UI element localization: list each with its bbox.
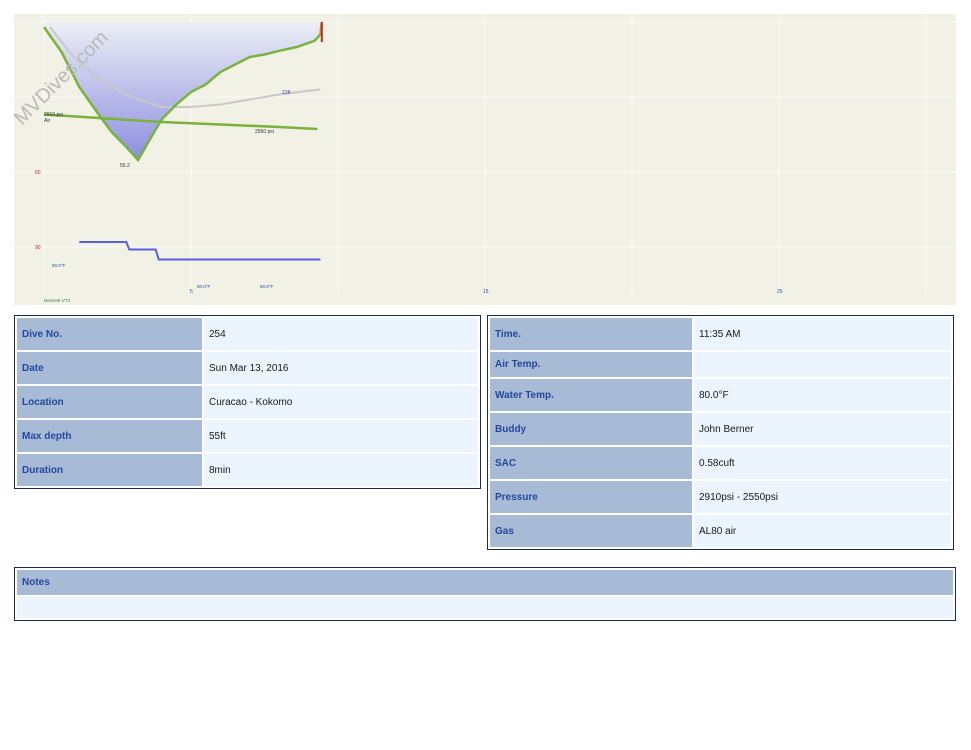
time-axis-label-25: 25 bbox=[777, 289, 783, 295]
table-row-buddy: Buddy John Berner bbox=[490, 413, 951, 445]
gas-mid-label: 80.0°F bbox=[197, 284, 211, 289]
notes-header-row: Notes bbox=[17, 570, 953, 595]
notes-label: Notes bbox=[17, 570, 953, 595]
row-value bbox=[694, 352, 951, 377]
table-row-air-temp: Air Temp. bbox=[490, 352, 951, 377]
row-label: Date bbox=[17, 352, 202, 384]
notes-value bbox=[17, 597, 953, 618]
table-row-sac: SAC 0.58cuft bbox=[490, 447, 951, 479]
table-row-duration: Duration 8min bbox=[17, 454, 478, 486]
depth-axis-label-90: 90 bbox=[35, 245, 41, 251]
row-value: 55ft bbox=[204, 420, 478, 452]
table-row-location: Location Curacao - Kokomo bbox=[17, 386, 478, 418]
row-value: 11:35 AM bbox=[694, 318, 951, 350]
row-label: Duration bbox=[17, 454, 202, 486]
row-value: 80.0°F bbox=[694, 379, 951, 411]
table-row-pressure: Pressure 2910psi - 2550psi bbox=[490, 481, 951, 513]
footer-label: Descent VT4 bbox=[44, 298, 71, 303]
time-axis-label-15: 15 bbox=[483, 289, 489, 295]
gas-end-label: 80.0°F bbox=[260, 284, 274, 289]
max-depth-label: 55.2 bbox=[120, 163, 130, 169]
temperature-end-label: 21ft bbox=[282, 90, 291, 96]
notes-body-row bbox=[17, 597, 953, 618]
table-row-date: Date Sun Mar 13, 2016 bbox=[17, 352, 478, 384]
dive-summary-table-right: Time. 11:35 AM Air Temp. Water Temp. 80.… bbox=[487, 315, 954, 550]
dive-summary-table-left: Dive No. 254 Date Sun Mar 13, 2016 Locat… bbox=[14, 315, 481, 489]
row-label: SAC bbox=[490, 447, 692, 479]
row-value: Sun Mar 13, 2016 bbox=[204, 352, 478, 384]
row-label: Dive No. bbox=[17, 318, 202, 350]
notes-table: Notes bbox=[14, 567, 956, 621]
row-label: Pressure bbox=[490, 481, 692, 513]
row-value: 2910psi - 2550psi bbox=[694, 481, 951, 513]
depth-axis-label-60: 60 bbox=[35, 170, 41, 176]
pressure-end-label: 2550 psi bbox=[255, 129, 274, 135]
row-value: 0.58cuft bbox=[694, 447, 951, 479]
row-label: Water Temp. bbox=[490, 379, 692, 411]
gas-start-label: 80.0°F bbox=[52, 263, 66, 268]
table-row-max-depth: Max depth 55ft bbox=[17, 420, 478, 452]
row-value: 8min bbox=[204, 454, 478, 486]
table-row-water-temp: Water Temp. 80.0°F bbox=[490, 379, 951, 411]
table-row-gas: Gas AL80 air bbox=[490, 515, 951, 547]
row-label: Location bbox=[17, 386, 202, 418]
row-value: Curacao - Kokomo bbox=[204, 386, 478, 418]
row-value: John Berner bbox=[694, 413, 951, 445]
row-label: Gas bbox=[490, 515, 692, 547]
time-axis-label-5: 5 bbox=[190, 289, 193, 295]
row-label: Air Temp. bbox=[490, 352, 692, 377]
row-value: AL80 air bbox=[694, 515, 951, 547]
pressure-start-gas: Air bbox=[44, 118, 50, 124]
row-label: Max depth bbox=[17, 420, 202, 452]
table-row-dive-no: Dive No. 254 bbox=[17, 318, 478, 350]
row-label: Time. bbox=[490, 318, 692, 350]
table-row-time: Time. 11:35 AM bbox=[490, 318, 951, 350]
row-value: 254 bbox=[204, 318, 478, 350]
dive-profile-chart: MVDives.com 60 90 5 15 25 55.2 2910 psi … bbox=[14, 14, 956, 305]
row-label: Buddy bbox=[490, 413, 692, 445]
